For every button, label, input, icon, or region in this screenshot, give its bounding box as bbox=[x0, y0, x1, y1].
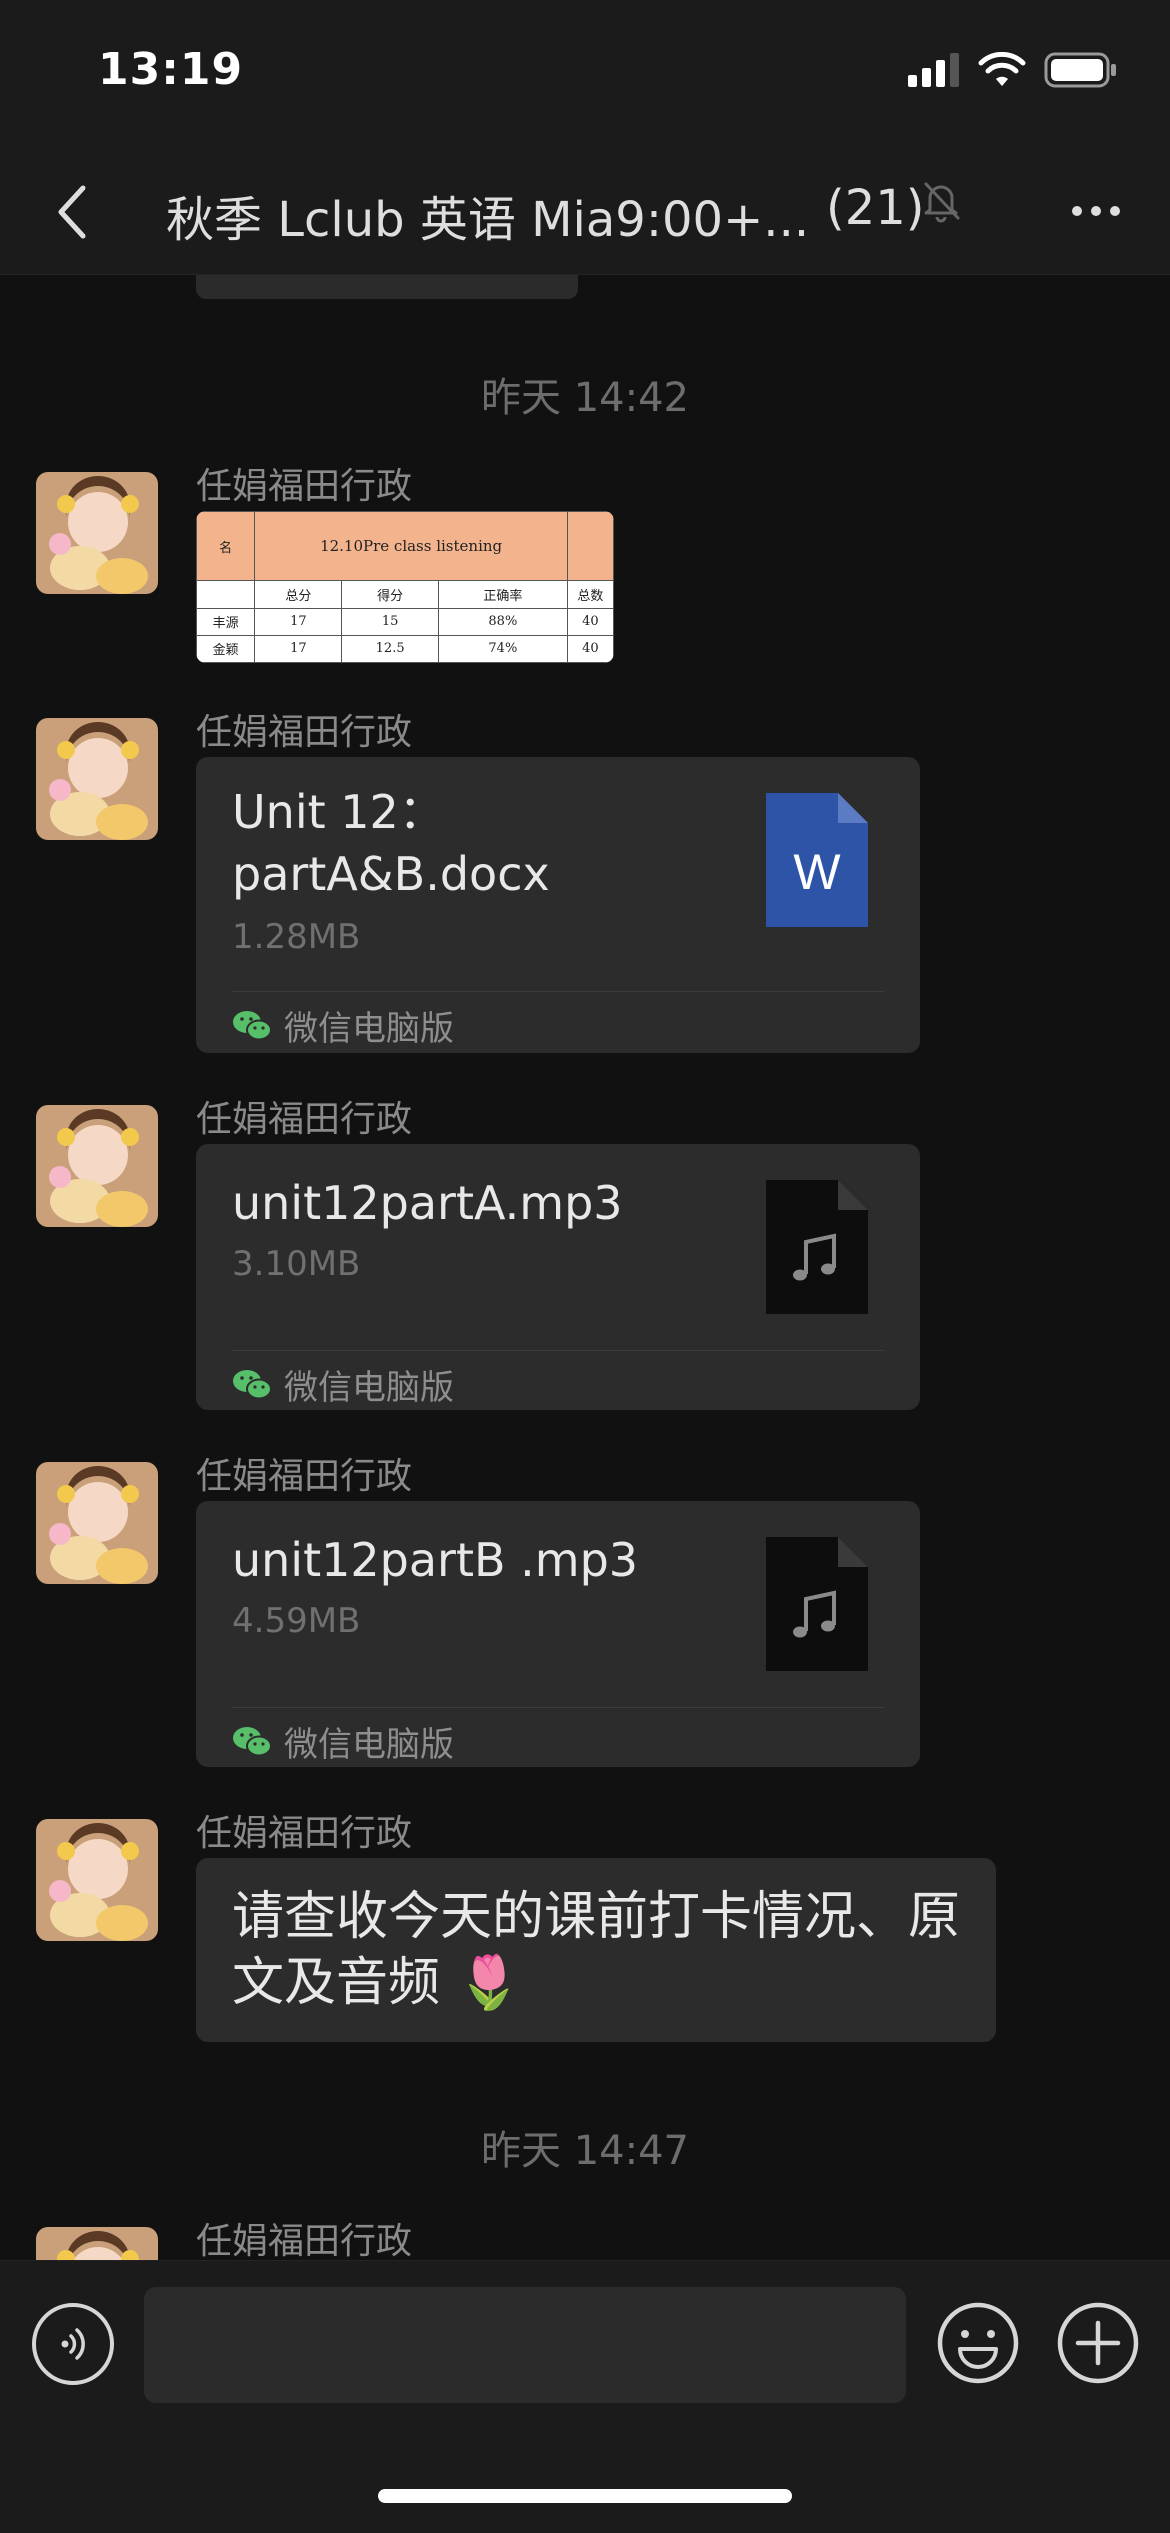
battery-icon bbox=[1044, 52, 1116, 88]
sender-name: 任娟福田行政 bbox=[196, 1456, 413, 1497]
previous-message-bubble[interactable] bbox=[196, 275, 578, 299]
wechat-icon bbox=[233, 1726, 272, 1756]
timestamp: 昨天 14:47 bbox=[481, 2128, 689, 2174]
file-name: unit12partA.mp3 bbox=[232, 1176, 623, 1230]
avatar[interactable] bbox=[36, 1105, 158, 1227]
table-cell: 正确率 bbox=[437, 580, 568, 609]
image-message[interactable]: 名 12.10Pre class listening 总分 得分 正确率 总数 … bbox=[196, 511, 614, 663]
chevron-left-icon bbox=[58, 185, 86, 239]
table-cell: 金颖 bbox=[196, 634, 256, 663]
source-label: 微信电脑版 bbox=[232, 1001, 454, 1050]
text-message[interactable]: 请查收今天的课前打卡情况、原文及音频 🌷 bbox=[196, 1858, 996, 2042]
chat-header: 秋季 Lclub 英语 Mia9:00+... (21) bbox=[0, 150, 1170, 275]
back-button[interactable] bbox=[34, 174, 110, 250]
source-text: 微信电脑版 bbox=[284, 1725, 454, 1765]
table-cell: 15 bbox=[341, 607, 439, 636]
file-name: unit12partB .mp3 bbox=[232, 1533, 639, 1587]
file-message-mp3[interactable]: unit12partB .mp3 4.59MB 微信电脑版 bbox=[196, 1501, 920, 1767]
message-input[interactable] bbox=[144, 2287, 906, 2403]
table-cell: 丰源 bbox=[196, 607, 256, 636]
audio-file-icon bbox=[766, 1180, 868, 1314]
emoji-icon bbox=[937, 2302, 1019, 2384]
sender-name: 任娟福田行政 bbox=[196, 466, 413, 507]
source-text: 微信电脑版 bbox=[284, 1368, 454, 1408]
table-cell: 17 bbox=[254, 634, 343, 663]
home-indicator[interactable] bbox=[378, 2489, 792, 2503]
svg-text:W: W bbox=[793, 844, 841, 900]
table-cell: 88% bbox=[437, 607, 568, 636]
status-icons bbox=[908, 52, 1118, 88]
wifi-icon bbox=[978, 52, 1026, 86]
status-bar: 13:19 bbox=[0, 0, 1170, 150]
score-table-image: 名 12.10Pre class listening 总分 得分 正确率 总数 … bbox=[196, 511, 614, 663]
table-cell: 74% bbox=[437, 634, 568, 663]
sender-name: 任娟福田行政 bbox=[196, 1813, 413, 1854]
table-cell: 40 bbox=[566, 634, 614, 663]
source-text: 微信电脑版 bbox=[284, 1009, 454, 1049]
table-title: 12.10Pre class listening bbox=[254, 511, 568, 582]
table-cell: 40 bbox=[566, 607, 614, 636]
sender-name: 任娟福田行政 bbox=[196, 712, 413, 753]
file-message-docx[interactable]: Unit 12：partA&B.docx 1.28MB W 微信电脑版 bbox=[196, 757, 920, 1053]
source-label: 微信电脑版 bbox=[232, 1360, 454, 1409]
chat-message-list[interactable]: 昨天 14:42 任娟福田行政 名 12.10Pre class listeni… bbox=[0, 275, 1170, 2260]
audio-file-icon bbox=[766, 1537, 868, 1671]
avatar[interactable] bbox=[36, 718, 158, 840]
chat-title[interactable]: 秋季 Lclub 英语 Mia9:00+... bbox=[166, 180, 809, 250]
table-cell: 总数 bbox=[566, 580, 614, 609]
input-bar bbox=[0, 2260, 1170, 2533]
plus-icon bbox=[1057, 2302, 1139, 2384]
divider bbox=[232, 991, 884, 992]
avatar[interactable] bbox=[36, 1819, 158, 1941]
avatar[interactable] bbox=[36, 1462, 158, 1584]
more-dots-icon bbox=[1072, 206, 1082, 216]
bell-muted-icon bbox=[918, 178, 964, 228]
plus-button[interactable] bbox=[1056, 2301, 1140, 2385]
divider bbox=[232, 1707, 884, 1708]
emoji-button[interactable] bbox=[936, 2301, 1020, 2385]
file-size: 4.59MB bbox=[232, 1601, 361, 1641]
table-cell: 12.5 bbox=[341, 634, 439, 663]
source-label: 微信电脑版 bbox=[232, 1717, 454, 1766]
file-name: Unit 12：partA&B.docx bbox=[232, 785, 550, 901]
word-file-icon: W bbox=[766, 793, 868, 927]
sender-name: 任娟福田行政 bbox=[196, 2221, 413, 2260]
table-cell: 17 bbox=[254, 607, 343, 636]
timestamp: 昨天 14:42 bbox=[481, 375, 689, 421]
avatar[interactable] bbox=[36, 2227, 158, 2260]
signal-icon bbox=[908, 53, 959, 87]
more-button[interactable] bbox=[1056, 176, 1136, 246]
table-cell: 得分 bbox=[341, 580, 439, 609]
sender-name: 任娟福田行政 bbox=[196, 1099, 413, 1140]
table-cell: 名 bbox=[196, 511, 256, 582]
divider bbox=[232, 1350, 884, 1351]
avatar[interactable] bbox=[36, 472, 158, 594]
file-size: 3.10MB bbox=[232, 1244, 361, 1284]
voice-icon bbox=[61, 2328, 85, 2360]
status-time: 13:19 bbox=[98, 44, 244, 95]
file-size: 1.28MB bbox=[232, 917, 361, 957]
wechat-icon bbox=[233, 1010, 272, 1040]
file-message-mp3[interactable]: unit12partA.mp3 3.10MB 微信电脑版 bbox=[196, 1144, 920, 1410]
wechat-icon bbox=[233, 1369, 272, 1399]
table-cell: 总分 bbox=[254, 580, 343, 609]
voice-button[interactable] bbox=[32, 2303, 114, 2385]
member-count: (21) bbox=[826, 180, 925, 236]
